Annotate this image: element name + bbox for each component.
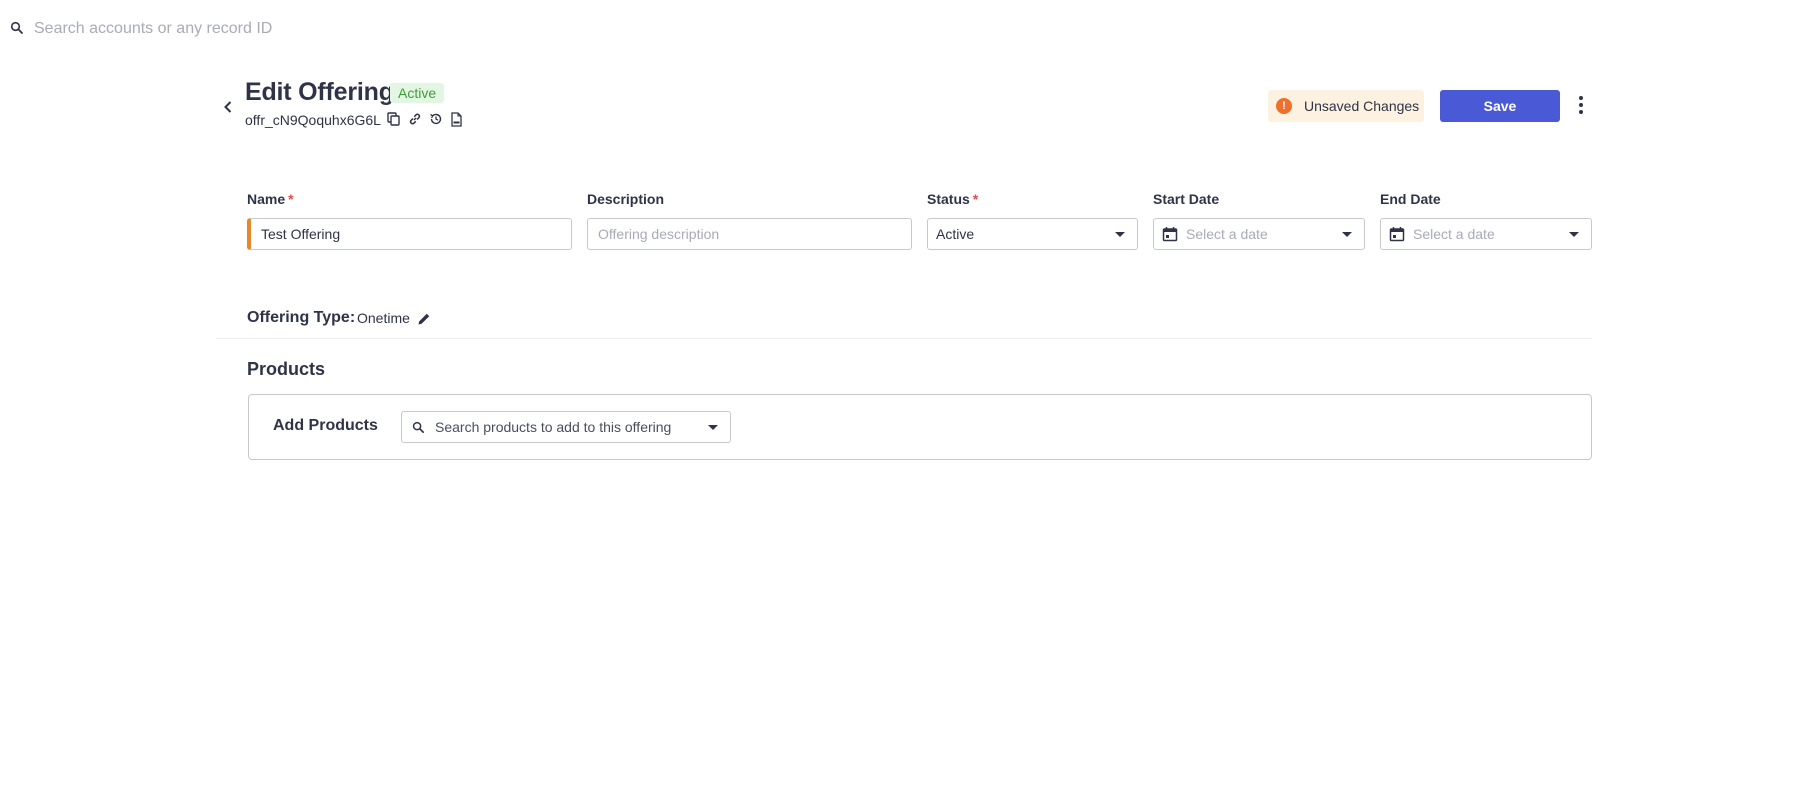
save-button[interactable]: Save — [1440, 90, 1560, 122]
copy-icon — [387, 112, 400, 126]
link-icon — [409, 113, 420, 125]
products-section-title: Products — [247, 359, 326, 379]
end-date-picker[interactable]: Select a date — [1380, 218, 1592, 250]
add-products-label: Add Products — [273, 417, 378, 434]
products-card: Add Products — [248, 394, 1592, 460]
description-label: Description — [587, 191, 665, 207]
status-label: Status * — [927, 191, 979, 207]
calendar-icon — [1162, 227, 1178, 242]
section-divider — [216, 338, 1592, 339]
unsaved-changes-label: Unsaved Changes — [1304, 98, 1420, 114]
start-date-picker[interactable]: Select a date — [1153, 218, 1365, 250]
record-id: offr_cN9Qoquhx6G6L — [245, 112, 381, 128]
copy-link-button[interactable] — [407, 111, 422, 127]
start-date-label: Start Date — [1153, 191, 1220, 207]
search-icon — [10, 21, 23, 34]
offering-type-value: Onetime — [357, 310, 410, 326]
global-search-input[interactable] — [34, 16, 634, 42]
top-search-bar — [0, 0, 1796, 58]
copy-id-button[interactable] — [386, 111, 401, 127]
history-icon — [429, 113, 441, 125]
chevron-left-icon — [224, 101, 232, 113]
json-file-icon — [451, 111, 462, 127]
name-label: Name * — [247, 191, 294, 207]
caret-down-icon — [1342, 231, 1352, 237]
warning-icon: ! — [1276, 98, 1292, 114]
more-options-button[interactable] — [1570, 92, 1592, 118]
caret-down-icon — [1569, 231, 1579, 237]
end-date-placeholder: Select a date — [1413, 226, 1495, 242]
product-search-select[interactable] — [401, 411, 731, 443]
calendar-icon — [1389, 227, 1405, 242]
history-button[interactable] — [428, 111, 443, 127]
edit-offering-type-button[interactable] — [416, 311, 432, 327]
product-search-input[interactable] — [425, 412, 708, 442]
unsaved-changes-indicator: ! Unsaved Changes — [1268, 90, 1424, 122]
caret-down-icon — [708, 424, 718, 430]
back-button[interactable] — [218, 96, 238, 118]
start-date-placeholder: Select a date — [1186, 226, 1268, 242]
more-vertical-icon — [1579, 96, 1583, 100]
end-date-label: End Date — [1380, 191, 1441, 207]
search-icon — [412, 421, 424, 433]
description-field — [587, 218, 912, 250]
status-select-value: Active — [936, 226, 975, 242]
caret-down-icon — [1115, 231, 1125, 237]
page-title: Edit Offering — [245, 78, 394, 106]
pencil-icon — [418, 313, 430, 325]
name-input[interactable] — [251, 219, 571, 249]
status-select[interactable]: Active — [927, 218, 1138, 250]
record-id-actions — [386, 111, 464, 127]
status-badge: Active — [390, 83, 445, 103]
offering-type-label: Offering Type: — [247, 309, 356, 326]
description-input[interactable] — [588, 219, 911, 249]
json-button[interactable] — [449, 111, 464, 127]
name-field — [247, 218, 572, 250]
